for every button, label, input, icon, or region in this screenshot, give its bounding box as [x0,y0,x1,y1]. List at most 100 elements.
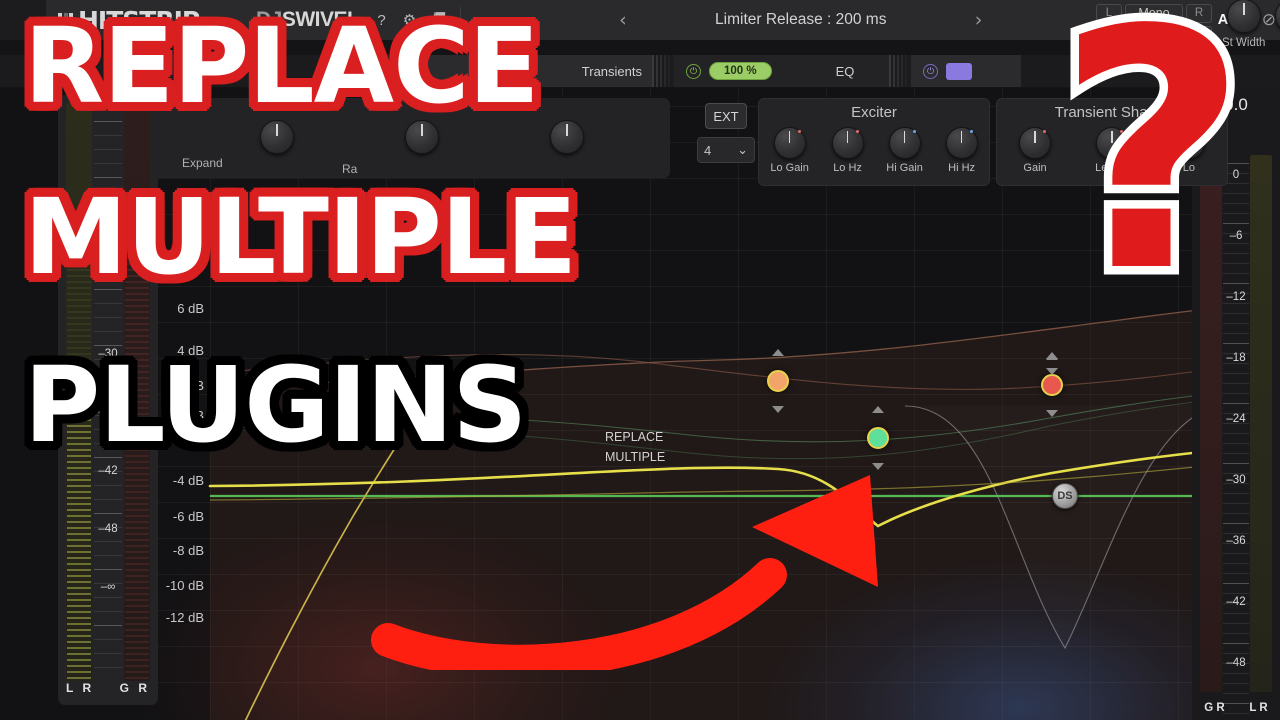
meter-scale-label: –48 [98,523,118,535]
output-meter-tick [1223,273,1249,274]
saturation-amount[interactable]: 100 % [709,62,772,80]
exciter-lo-gain-control[interactable]: Lo Gain [770,127,809,174]
node-gain-down-icon[interactable] [872,463,884,470]
meter-segment [67,311,91,313]
floppy-disk-icon[interactable]: 🖪 [433,8,446,33]
ext-sidechain-button[interactable]: EXT [705,103,747,129]
transient-shaper-panel[interactable]: Transient Shaper Gain Length Lo [996,98,1228,186]
exciter-title: Exciter [851,104,897,121]
de-esser-handle[interactable]: DS [1052,483,1078,509]
ratio-select[interactable]: 4 ⌄ [697,137,755,163]
gr-meter-segment [125,515,149,517]
gr-meter-segment [125,677,149,679]
center-knob[interactable] [1275,0,1280,33]
chain-item-eq[interactable]: EQ [799,55,889,87]
gr-meter-segment [125,449,149,451]
exciter-hi-hz-control[interactable]: Hi Hz [945,127,978,174]
node-gain-down-icon[interactable] [1046,410,1058,417]
transient-knob-label: Lo [1182,162,1196,174]
transient-lo-control[interactable]: Lo [1172,127,1205,174]
gr-meter-segment [125,383,149,385]
meter-segment [67,305,91,307]
input-meter-panel[interactable]: –30 –36 –42 –48 –∞ L R G R [58,95,158,705]
meter-segment [67,389,91,391]
channel-mode-cluster[interactable]: L Mono R M Stereo S St Width C [1090,0,1280,49]
channel-mono-button[interactable]: Mono [1125,3,1183,23]
power-icon-limiter[interactable]: ⏻ [923,63,938,79]
meter-tick [94,555,122,556]
meter-segment [67,377,91,379]
exciter-lo-hz-knob[interactable] [831,127,864,159]
chain-item-comp[interactable]: ⏻ [330,55,390,87]
node-gain-up-icon[interactable] [872,406,884,413]
channel-stereo-button[interactable]: Stereo [1125,25,1183,45]
transient-length-control[interactable]: Length [1095,127,1129,174]
chain-item-limiter[interactable]: ⏻ [911,55,1021,87]
eq-node-band-mid[interactable] [867,427,889,449]
prev-preset-button[interactable]: ‹ [605,9,641,31]
app-logo[interactable]: HITSTRIP [46,6,256,35]
output-meter-tick [1223,603,1249,604]
meter-tick [94,457,122,458]
eq-node-band-high[interactable] [1041,374,1063,396]
output-meter-tick [1223,573,1249,574]
attack-knob[interactable] [550,120,584,154]
gr-meter-segment [125,389,149,391]
transient-lo-knob[interactable] [1172,127,1205,159]
toolbar-left-edge [0,0,46,40]
chain-item-saturation[interactable]: ⏻ 100 % [674,55,799,87]
transient-gain-knob[interactable] [1019,127,1052,159]
transient-length-knob[interactable] [1095,127,1128,159]
top-toolbar[interactable]: HITSTRIP DJSWIVEL ? ⚙ 🖪 ‹ Limiter Releas… [0,0,1280,40]
exciter-panel[interactable]: Exciter Lo Gain Lo Hz Hi Gain Hi Hz [758,98,990,186]
channel-right-button[interactable]: R [1186,3,1212,23]
gear-icon[interactable]: ⚙ [403,11,416,29]
channel-side-button[interactable]: S [1186,25,1212,45]
output-meter-tick [1223,523,1249,524]
gr-meter-segment [125,461,149,463]
next-preset-button[interactable]: › [961,9,997,31]
stereo-width-control[interactable]: St Width [1222,0,1265,49]
threshold-knob[interactable] [260,120,294,154]
node-q-handle-icon[interactable] [1046,368,1058,375]
limiter-chip[interactable] [946,62,972,80]
eq-node-band-low[interactable] [767,370,789,392]
gr-meter-segment [125,485,149,487]
output-meter-tick [1223,583,1249,584]
gr-meter-segment [125,509,149,511]
meter-tick [94,233,122,234]
knob-indicator-icon [969,130,973,133]
gr-meter-segment [125,317,149,319]
ratio-knob[interactable] [405,120,439,154]
preset-name[interactable]: Limiter Release : 200 ms [641,11,961,29]
module-chain-strip[interactable]: ⏻ Transients ⏻ 100 % EQ ⏻ [0,55,1280,87]
channel-left-button[interactable]: L [1096,3,1122,23]
channel-mid-button[interactable]: M [1096,25,1122,45]
gr-meter-segment [125,479,149,481]
power-icon-comp[interactable]: ⏻ [342,63,357,79]
stereo-width-knob[interactable] [1226,0,1261,33]
meter-segment [67,407,91,409]
exciter-lo-hz-control[interactable]: Lo Hz [831,127,864,174]
node-gain-up-icon[interactable] [772,349,784,356]
exciter-hi-gain-control[interactable]: Hi Gain [886,127,923,174]
node-gain-down-icon[interactable] [772,406,784,413]
chain-item-transients[interactable]: Transients [412,55,652,87]
power-icon-saturation[interactable]: ⏻ [686,63,701,79]
exciter-hi-hz-knob[interactable] [945,127,978,159]
transient-knob-label: Length [1095,162,1129,174]
meter-segment [67,419,91,421]
dynamics-panel[interactable]: Expand Ra [150,98,670,178]
exciter-hi-gain-knob[interactable] [888,127,921,159]
transient-gain-control[interactable]: Gain [1019,127,1052,174]
output-scale-label: –36 [1226,535,1246,547]
exciter-lo-gain-knob[interactable] [773,127,806,159]
node-q-handle-icon[interactable] [1046,352,1058,359]
center-control[interactable]: C [1275,0,1280,49]
help-icon[interactable]: ? [377,12,385,29]
meter-segment [67,263,91,265]
meter-segment [67,347,91,349]
meter-tick [94,541,122,542]
gr-meter-segment [125,401,149,403]
meter-scale-label: –∞ [100,581,116,593]
